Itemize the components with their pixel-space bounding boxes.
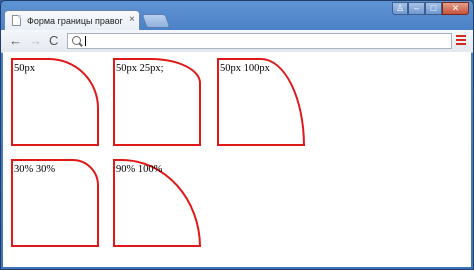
- tab-title: Форма границы правого верхнего угла: [27, 16, 123, 26]
- reload-button[interactable]: C: [49, 32, 58, 49]
- menu-icon[interactable]: [456, 35, 466, 47]
- close-tab-icon[interactable]: ×: [129, 14, 135, 26]
- radius-box-50px: 50px: [11, 58, 99, 146]
- close-window-button[interactable]: ✕: [442, 2, 469, 15]
- page-content: 50px 50px 25px; 50px 100px 30% 30% 90% 1…: [3, 52, 471, 267]
- search-icon: [72, 36, 81, 45]
- radius-box-90pct-100pct: 90% 100%: [113, 159, 201, 247]
- user-icon[interactable]: ♙: [392, 2, 408, 15]
- radius-box-50px-100px: 50px 100px: [217, 58, 305, 146]
- radius-box-30pct: 30% 30%: [11, 159, 99, 247]
- text-caret: [85, 36, 86, 46]
- toolbar: ← → C: [1, 30, 473, 53]
- page-icon: [12, 15, 21, 26]
- back-button[interactable]: ←: [9, 32, 22, 49]
- forward-button[interactable]: →: [29, 32, 42, 49]
- minimize-button[interactable]: –: [408, 2, 425, 15]
- radius-box-50px-25px: 50px 25px;: [113, 58, 201, 146]
- new-tab-button[interactable]: [141, 14, 171, 28]
- browser-window: Форма границы правого верхнего угла × ♙ …: [0, 0, 474, 270]
- maximize-button[interactable]: □: [425, 2, 442, 15]
- browser-tab[interactable]: Форма границы правого верхнего угла ×: [4, 10, 140, 31]
- address-bar[interactable]: [67, 33, 452, 49]
